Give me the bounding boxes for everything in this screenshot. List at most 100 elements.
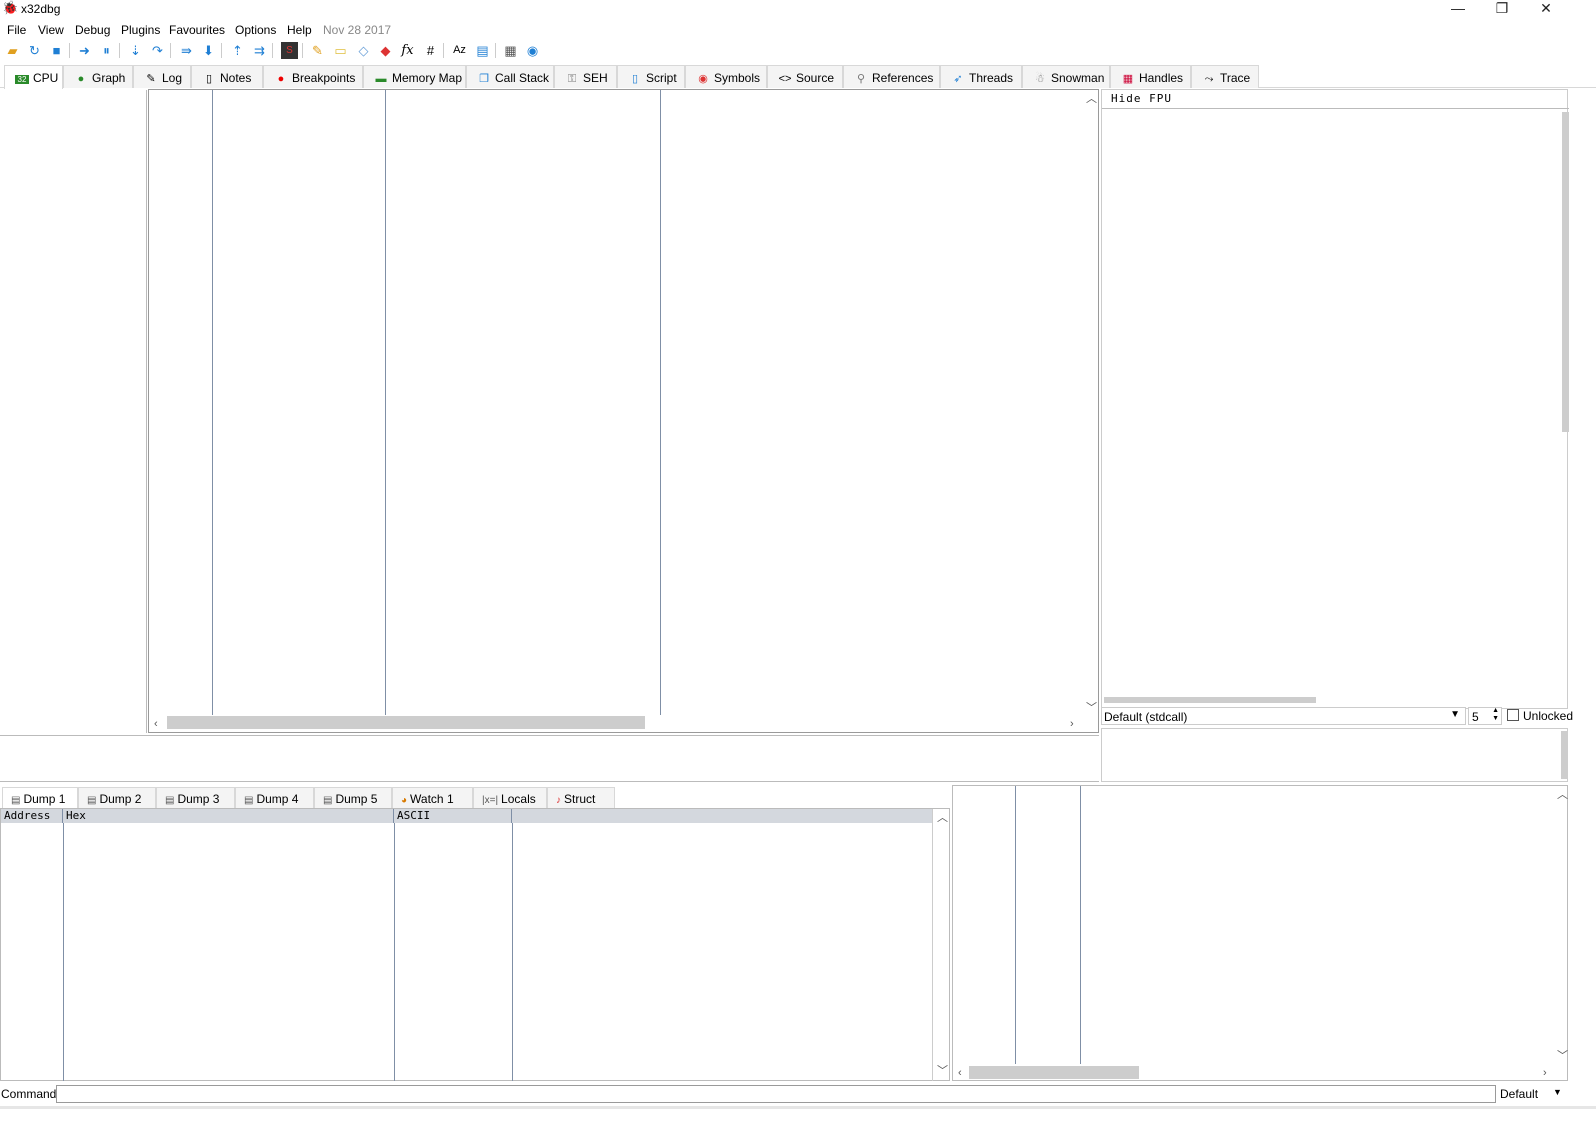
tab-breakpoints[interactable]: ● Breakpoints: [263, 65, 363, 88]
build-date: Nov 28 2017: [323, 23, 392, 37]
tab-log[interactable]: ✎ Log: [133, 65, 191, 88]
calling-convention-select[interactable]: Default (stdcall) ▼: [1101, 707, 1466, 725]
disassembly-pane[interactable]: ︿ ﹀ ‹ ›: [148, 89, 1099, 733]
menu-favourites[interactable]: Favourites: [169, 23, 225, 37]
struct-icon: ♪: [556, 795, 561, 806]
menu-plugins[interactable]: Plugins: [121, 23, 160, 37]
tab-script[interactable]: ▯ Script: [617, 65, 685, 88]
tab-handles[interactable]: ▦ Handles: [1110, 65, 1191, 88]
scroll-up-icon[interactable]: ︿: [1086, 94, 1097, 105]
tab-call-stack[interactable]: ❐ Call Stack: [466, 65, 554, 88]
minimize-button[interactable]: —: [1436, 0, 1480, 18]
dump-pane[interactable]: Address Hex ASCII ︿ ﹀: [0, 808, 950, 1081]
status-strip: [0, 1106, 1596, 1109]
tab-notes[interactable]: ▯ Notes: [191, 65, 263, 88]
stack-scroll-up-icon[interactable]: ︿: [1557, 790, 1568, 801]
step-into-icon[interactable]: ⇣: [127, 42, 144, 59]
column-ascii[interactable]: ASCII: [394, 809, 512, 823]
run-icon[interactable]: ➜: [76, 42, 93, 59]
run-to-user-code-icon[interactable]: ⇉: [251, 42, 268, 59]
tab-source[interactable]: <> Source: [767, 65, 843, 88]
tab-trace[interactable]: ⤳ Trace: [1191, 65, 1259, 88]
close-button[interactable]: ✕: [1524, 0, 1568, 18]
execute-till-return-icon[interactable]: ⇡: [229, 42, 246, 59]
stack-scroll-right-icon[interactable]: ›: [1543, 1068, 1547, 1079]
scylla-icon[interactable]: S: [281, 42, 298, 59]
column-address[interactable]: Address: [1, 809, 63, 823]
tab-dump-4[interactable]: ▤ Dump 4: [235, 787, 314, 809]
tab-threads[interactable]: ➶ Threads: [940, 65, 1022, 88]
spinner-arrows-icon: ▲ ▼: [1492, 707, 1499, 722]
stack-scroll-left-icon[interactable]: ‹: [958, 1068, 962, 1079]
website-icon[interactable]: ◉: [524, 42, 541, 59]
menu-debug[interactable]: Debug: [75, 23, 110, 37]
menu-file[interactable]: File: [7, 23, 26, 37]
tab-graph[interactable]: ● Graph: [63, 65, 133, 88]
graph-sidebar-pane: [0, 90, 147, 733]
scroll-left-icon[interactable]: ‹: [154, 719, 158, 730]
strings-icon[interactable]: Az: [451, 42, 468, 59]
arg-count-spinner[interactable]: 5 ▲ ▼: [1468, 707, 1502, 725]
tab-struct[interactable]: ♪ Struct: [547, 787, 615, 809]
command-input[interactable]: [56, 1085, 1496, 1103]
open-icon[interactable]: ▰: [4, 42, 21, 59]
registers-pane[interactable]: Hide FPU: [1101, 89, 1569, 709]
threads-icon: ➶: [953, 73, 963, 85]
tab-references[interactable]: ⚲ References: [843, 65, 940, 88]
scroll-right-icon[interactable]: ›: [1070, 719, 1074, 730]
label-icon[interactable]: ◇: [355, 42, 372, 59]
main-tab-bar: 32 CPU ● Graph ✎ Log ▯ Notes ● Breakpoints ▬ M…: [0, 65, 1596, 89]
calculator-icon[interactable]: ▦: [502, 42, 519, 59]
command-label: Command:: [1, 1087, 60, 1101]
menu-view[interactable]: View: [38, 23, 64, 37]
patch-icon[interactable]: ✎: [309, 42, 326, 59]
menu-options[interactable]: Options: [235, 23, 276, 37]
maximize-button[interactable]: ❐: [1480, 0, 1524, 18]
function-icon[interactable]: fx: [399, 42, 416, 59]
info-pane: [0, 735, 1099, 782]
callstack-icon: ❐: [479, 73, 489, 85]
references-icon: ⚲: [856, 73, 866, 85]
horizontal-scrollbar[interactable]: [167, 716, 645, 729]
tab-watch-1[interactable]: ◕ Watch 1: [392, 787, 473, 809]
tab-dump-3[interactable]: ▤ Dump 3: [156, 787, 235, 809]
restart-icon[interactable]: ↻: [26, 42, 43, 59]
tab-locals[interactable]: |x=| Locals: [473, 787, 547, 809]
tab-cpu[interactable]: 32 CPU: [4, 65, 63, 89]
tab-dump-5[interactable]: ▤ Dump 5: [314, 787, 392, 809]
command-mode-select[interactable]: Default: [1500, 1087, 1538, 1101]
dump-scroll-down-icon[interactable]: ﹀: [937, 1066, 948, 1077]
bookmark-icon[interactable]: ◆: [377, 42, 394, 59]
tab-snowman[interactable]: ☃ Snowman: [1022, 65, 1110, 88]
scroll-down-icon[interactable]: ﹀: [1086, 703, 1097, 714]
notes-icon: ▯: [205, 73, 213, 85]
memory-icon: ▬: [375, 73, 387, 85]
hide-fpu-button[interactable]: Hide FPU: [1111, 92, 1172, 105]
comment-icon[interactable]: ▭: [332, 42, 349, 59]
stack-horizontal-scrollbar[interactable]: [969, 1066, 1139, 1079]
registers-horizontal-scrollbar[interactable]: [1104, 697, 1316, 703]
chevron-down-icon[interactable]: ▼: [1553, 1087, 1562, 1097]
stack-pane[interactable]: ︿ ﹀ ‹ ›: [952, 785, 1568, 1081]
hash-icon[interactable]: #: [422, 42, 439, 59]
unlocked-checkbox[interactable]: [1507, 709, 1519, 721]
tab-dump-1[interactable]: ▤ Dump 1: [2, 787, 78, 809]
locals-icon: |x=|: [482, 795, 499, 806]
trace-over-icon[interactable]: ⬇: [200, 42, 217, 59]
close-icon[interactable]: ■: [48, 42, 65, 59]
tab-dump-2[interactable]: ▤ Dump 2: [78, 787, 156, 809]
calls-icon[interactable]: ▤: [474, 42, 491, 59]
column-hex[interactable]: Hex: [63, 809, 394, 823]
command-bar: Command: Default ▼: [0, 1083, 1596, 1105]
step-over-icon[interactable]: ↷: [149, 42, 166, 59]
stack-scroll-down-icon[interactable]: ﹀: [1557, 1051, 1568, 1062]
registers-vertical-scrollbar[interactable]: [1562, 112, 1569, 432]
tab-seh[interactable]: ⚿ SEH: [554, 65, 617, 88]
tab-memory-map[interactable]: ▬ Memory Map: [363, 65, 466, 88]
trace-into-icon[interactable]: ⇛: [178, 42, 195, 59]
menu-help[interactable]: Help: [287, 23, 312, 37]
source-icon: <>: [778, 73, 792, 85]
dump-scroll-up-icon[interactable]: ︿: [937, 813, 948, 824]
tab-symbols[interactable]: ◉ Symbols: [685, 65, 767, 88]
pause-icon[interactable]: ⏸: [98, 42, 115, 59]
